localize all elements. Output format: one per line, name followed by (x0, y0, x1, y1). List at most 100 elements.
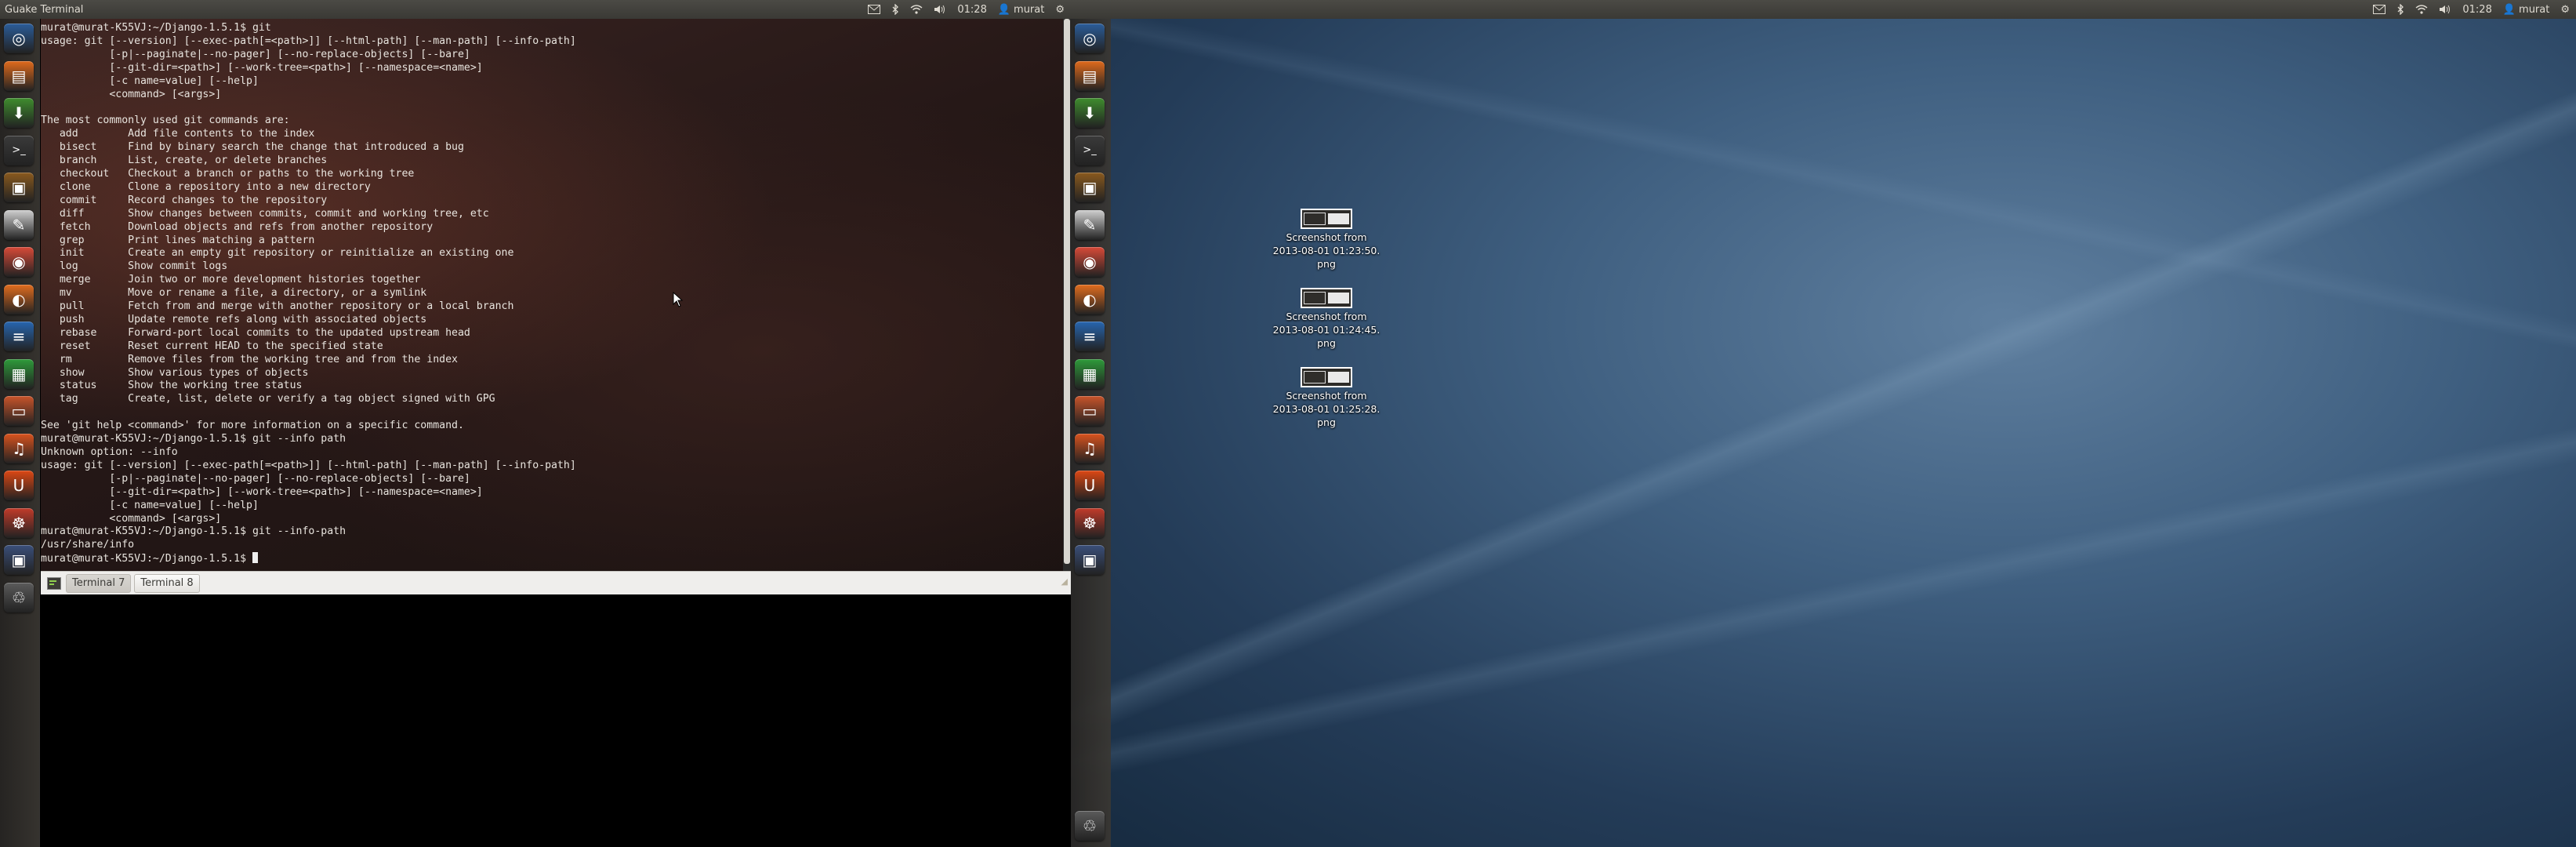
volume-icon[interactable] (2439, 5, 2451, 14)
guake-terminal[interactable]: murat@murat-K55VJ:~/Django-1.5.1$ git us… (41, 19, 1071, 571)
terminal-line: push Update remote refs along with assoc… (59, 313, 427, 325)
terminal-line: diff Show changes between commits, commi… (59, 207, 489, 220)
workspace-switcher-icon[interactable]: ▣ (1075, 545, 1105, 575)
terminal-line: add Add file contents to the index (59, 128, 315, 140)
user-menu[interactable]: 👤 murat (2503, 4, 2550, 16)
terminal-line: usage: git [--version] [--exec-path[=<pa… (41, 35, 576, 47)
ubuntu-one-music-icon[interactable]: ♫ (4, 433, 34, 463)
desktop-file-label: 2013-08-01 01:23:50. (1272, 245, 1381, 256)
gear-icon[interactable]: ⚙ (2560, 4, 2570, 16)
terminal-line: See 'git help <command>' for more inform… (41, 420, 464, 432)
wifi-icon[interactable] (910, 5, 923, 14)
terminal-line: clone Clone a repository into a new dire… (59, 180, 371, 193)
firefox-icon[interactable]: ◐ (4, 284, 34, 314)
desktop-file-label: png (1317, 258, 1336, 270)
desktop-file-label: png (1317, 337, 1336, 349)
terminal-line: <command> [<args>] (109, 512, 222, 525)
tab-terminal-8[interactable]: Terminal 8 (134, 573, 200, 593)
terminal-icon[interactable]: >_ (1075, 135, 1105, 165)
bluetooth-icon[interactable] (2396, 4, 2404, 15)
guake-icon[interactable]: ▣ (4, 173, 34, 202)
terminal-line: [--git-dir=<path>] [--work-tree=<path>] … (109, 485, 483, 498)
desktop-file-label: Screenshot from (1286, 390, 1367, 402)
terminal-line: merge Join two or more development histo… (59, 274, 421, 286)
desktop-file-screenshot-2[interactable]: Screenshot from 2013-08-01 01:24:45. png (1264, 288, 1389, 350)
terminal-tabbar: Terminal 7 Terminal 8 ◢ (41, 571, 1071, 594)
bluetooth-icon[interactable] (891, 4, 899, 15)
terminal-lines: murat@murat-K55VJ:~/Django-1.5.1$ git us… (41, 22, 576, 551)
trash-icon[interactable]: ♲ (4, 582, 34, 613)
dash-home-icon[interactable]: ◎ (4, 24, 34, 53)
terminal-line: usage: git [--version] [--exec-path[=<pa… (41, 459, 576, 471)
user-menu[interactable]: 👤 murat (998, 4, 1045, 16)
workspace-switcher-icon[interactable]: ▣ (4, 545, 34, 575)
terminal-line: [-c name=value] [--help] (109, 75, 259, 87)
terminal-line: Unknown option: --info (41, 446, 178, 458)
terminal-icon[interactable]: >_ (4, 135, 34, 165)
terminal-output[interactable]: murat@murat-K55VJ:~/Django-1.5.1$ git us… (41, 22, 1061, 566)
chrome-icon[interactable]: ◉ (1075, 247, 1105, 277)
terminal-line: [-c name=value] [--help] (109, 499, 259, 511)
desktop-file-screenshot-3[interactable]: Screenshot from 2013-08-01 01:25:28. png (1264, 367, 1389, 429)
resize-grip-icon[interactable]: ◢ (1061, 576, 1068, 587)
terminal-line: <command> [<args>] (109, 88, 222, 100)
guake-icon[interactable]: ▣ (1075, 173, 1105, 202)
help-icon[interactable]: ☸ (4, 507, 34, 538)
terminal-line: rebase Forward-port local commits to the… (59, 326, 470, 339)
ubuntu-one-music-icon[interactable]: ♫ (1075, 433, 1105, 463)
desktop-file-label: Screenshot from (1286, 311, 1367, 322)
terminal-prompt: murat@murat-K55VJ:~/Django-1.5.1$ (41, 553, 252, 565)
libreoffice-impress-icon[interactable]: ▭ (4, 396, 34, 426)
top-panel: Guake Terminal 01:28 👤 murat ⚙ (0, 0, 1071, 19)
right-screen: 01:28 👤 murat ⚙ ◎ ▤ ⬇ >_ ▣ ✎ ◉ ◐ ≡ ▦ ▭ ♫ U ☸ ▣ ♲ Screen… (1071, 0, 2576, 847)
libreoffice-writer-icon[interactable]: ≡ (1075, 322, 1105, 351)
libreoffice-calc-icon[interactable]: ▦ (1075, 358, 1105, 389)
panel-indicators-right: 01:28 👤 murat ⚙ (2373, 4, 2576, 16)
image-thumbnail-icon (1301, 288, 1352, 308)
terminal-line: tag Create, list, delete or verify a tag… (59, 393, 495, 405)
terminal-scrollbar[interactable] (1063, 19, 1071, 571)
gear-icon[interactable]: ⚙ (1055, 4, 1065, 16)
terminal-line: mv Move or rename a file, a directory, o… (59, 287, 427, 300)
mail-icon[interactable] (2373, 5, 2386, 14)
terminal-line: branch List, create, or delete branches (59, 154, 328, 167)
terminal-line: murat@murat-K55VJ:~/Django-1.5.1$ git --… (41, 525, 346, 538)
libreoffice-impress-icon[interactable]: ▭ (1075, 396, 1105, 426)
wifi-icon[interactable] (2415, 5, 2428, 14)
clock[interactable]: 01:28 (957, 4, 986, 16)
top-panel-right: 01:28 👤 murat ⚙ (1071, 0, 2576, 19)
terminal-line: checkout Checkout a branch or paths to t… (59, 167, 415, 180)
text-editor-icon[interactable]: ✎ (4, 209, 34, 240)
tab-terminal-7[interactable]: Terminal 7 (66, 573, 132, 593)
text-editor-icon[interactable]: ✎ (1075, 209, 1105, 240)
desktop-file-screenshot-1[interactable]: Screenshot from 2013-08-01 01:23:50. png (1264, 209, 1389, 271)
trash-icon[interactable]: ♲ (1075, 811, 1105, 841)
add-tab-icon[interactable] (45, 575, 63, 592)
files-icon[interactable]: ▤ (1075, 60, 1105, 91)
ubuntu-one-icon[interactable]: U (4, 471, 34, 500)
ubuntu-one-icon[interactable]: U (1075, 471, 1105, 500)
firefox-icon[interactable]: ◐ (1075, 284, 1105, 314)
terminal-line: [-p|--paginate|--no-pager] [--no-replace… (109, 48, 470, 60)
software-center-icon[interactable]: ⬇ (4, 98, 34, 128)
launcher-right: ◎ ▤ ⬇ >_ ▣ ✎ ◉ ◐ ≡ ▦ ▭ ♫ U ☸ ▣ ♲ (1071, 19, 1111, 847)
terminal-line: [--git-dir=<path>] [--work-tree=<path>] … (109, 61, 483, 74)
libreoffice-calc-icon[interactable]: ▦ (4, 358, 34, 389)
terminal-line: rm Remove files from the working tree an… (59, 353, 458, 365)
clock[interactable]: 01:28 (2462, 4, 2491, 16)
help-icon[interactable]: ☸ (1075, 507, 1105, 538)
volume-icon[interactable] (934, 5, 946, 14)
terminal-scrollbar-thumb[interactable] (1064, 19, 1070, 564)
panel-app-title: Guake Terminal (5, 3, 84, 16)
dash-home-icon[interactable]: ◎ (1075, 24, 1105, 53)
user-icon: 👤 (997, 3, 1011, 16)
image-thumbnail-icon (1301, 367, 1352, 387)
terminal-cursor (252, 552, 258, 564)
software-center-icon[interactable]: ⬇ (1075, 98, 1105, 128)
libreoffice-writer-icon[interactable]: ≡ (4, 322, 34, 351)
files-icon[interactable]: ▤ (4, 60, 34, 91)
chrome-icon[interactable]: ◉ (4, 247, 34, 277)
terminal-line: grep Print lines matching a pattern (59, 234, 315, 246)
mail-icon[interactable] (868, 5, 881, 14)
terminal-line: status Show the working tree status (59, 380, 303, 392)
